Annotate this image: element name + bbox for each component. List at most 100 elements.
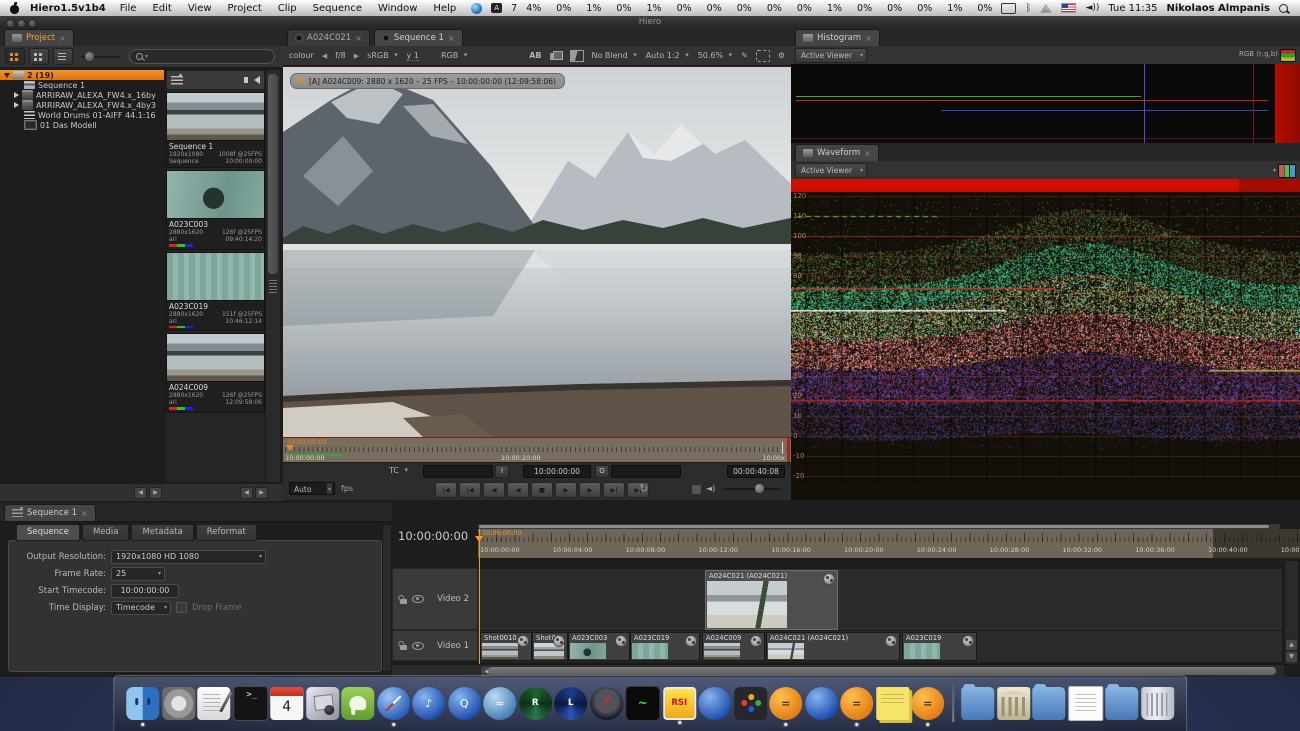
displays-menu-icon[interactable] — [1001, 3, 1016, 14]
dock-folder-1[interactable] — [961, 687, 994, 720]
grid-view-button[interactable] — [5, 48, 25, 65]
istat-menu-icon[interactable]: A — [491, 3, 502, 13]
clip-card-0[interactable]: Sequence 11920x10801008f @25FPSSequence1… — [166, 92, 265, 168]
viewer-info-bar[interactable]: [A] A024C009: 2880 x 1620 – 25 FPS – 10:… — [290, 73, 565, 89]
tree-item-1[interactable]: Sequence 1 — [0, 80, 164, 90]
close-icon[interactable] — [864, 149, 871, 158]
menu-file[interactable]: File — [120, 3, 137, 14]
caret-right-icon[interactable] — [14, 92, 19, 98]
speaker-icon[interactable] — [706, 484, 715, 493]
tree-item-0[interactable]: 2 (19) — [0, 70, 164, 80]
props-tab-sequence[interactable]: Sequence — [16, 524, 80, 541]
scroll-left-button[interactable] — [134, 487, 147, 499]
fps-select[interactable]: Auto — [289, 482, 335, 495]
properties-scrollbar[interactable] — [382, 524, 392, 672]
mute-checkbox[interactable] — [691, 484, 702, 495]
lock-icon[interactable] — [400, 645, 407, 650]
viewer-image[interactable] — [283, 66, 791, 437]
dock-bank-stack[interactable] — [997, 687, 1030, 720]
track-header-video-1[interactable]: Video 1 — [392, 630, 478, 661]
menu-user-name[interactable]: Nikolaos Almpanis — [1166, 3, 1270, 14]
dock-trash[interactable] — [1141, 687, 1174, 720]
timeline-clip[interactable]: A024C009 — [702, 632, 765, 661]
dock-quicktime[interactable]: Q — [448, 687, 481, 720]
dock-folder-2[interactable] — [1032, 687, 1065, 720]
eye-icon[interactable] — [412, 595, 424, 603]
dock-finder[interactable] — [126, 687, 159, 720]
wipe-icon[interactable] — [570, 50, 584, 62]
colorspace-select[interactable]: sRGB — [367, 51, 398, 60]
dock-blue-app[interactable] — [805, 687, 838, 720]
loop-icon[interactable] — [639, 482, 648, 495]
dock-folder-3[interactable] — [1105, 687, 1138, 720]
proxy-select[interactable]: Auto 1:2 — [646, 51, 690, 60]
waveform-viewer-select[interactable]: Active Viewer — [795, 163, 867, 178]
dock-l-utility[interactable]: L — [554, 687, 587, 720]
close-icon[interactable] — [59, 34, 66, 43]
dock-stickies[interactable] — [876, 687, 909, 720]
channels-select[interactable]: RGB — [441, 51, 468, 60]
exposure-value[interactable]: f/8 — [335, 51, 346, 60]
set-in-button[interactable]: I — [495, 465, 509, 478]
drop-frame-checkbox[interactable] — [176, 602, 187, 613]
duration-field[interactable]: 00:00:40:08 — [727, 465, 785, 478]
list-view-button[interactable] — [53, 48, 73, 65]
timeline-clip[interactable]: Shot00 — [532, 632, 568, 661]
dock-openoffice[interactable]: ≈ — [483, 687, 516, 720]
eye-icon[interactable] — [412, 642, 424, 650]
scroll-right-button-2[interactable] — [255, 487, 268, 499]
dock-blue-roundel-app[interactable] — [698, 687, 731, 720]
lock-icon[interactable] — [400, 599, 407, 604]
viewer-playhead-icon[interactable] — [286, 445, 294, 451]
in-point-field[interactable] — [423, 465, 493, 478]
rgb-stack-icon[interactable] — [1280, 49, 1296, 62]
props-tab-media[interactable]: Media — [82, 524, 130, 541]
dock-photo-booth[interactable] — [306, 687, 339, 720]
dock-evernote[interactable] — [341, 687, 374, 720]
ab-compare-icon[interactable]: AB — [529, 51, 541, 60]
close-icon[interactable] — [81, 509, 88, 518]
dock-itunes[interactable]: ♪ — [412, 687, 445, 720]
tree-scrollbar[interactable] — [265, 70, 280, 482]
timeline-ruler[interactable]: 10:00:00:0010:00:04:0010:00:08:0010:00:1… — [478, 529, 1300, 558]
exposure-down-icon[interactable]: ◀ — [322, 52, 327, 60]
menu-help[interactable]: Help — [433, 3, 456, 14]
current-timecode-field[interactable]: 10:00:00:00 — [523, 465, 591, 478]
stop-button[interactable]: ■ — [531, 482, 553, 498]
clip-card-3[interactable]: A024C0092880x1620126f @25FPSari12:09:58:… — [166, 333, 265, 413]
viewer-tab-1[interactable]: Sequence 1 — [374, 29, 463, 46]
tab-sequence-properties[interactable]: Sequence 1 — [4, 504, 96, 521]
volume-slider[interactable] — [723, 488, 781, 490]
timeline-vscrollbar[interactable] — [1284, 560, 1299, 665]
status-sphere-icon[interactable] — [471, 3, 482, 14]
tab-waveform[interactable]: Waveform — [795, 144, 879, 161]
play-button[interactable]: ▶ — [555, 482, 577, 498]
property-dropdown[interactable]: Timecode — [111, 601, 171, 615]
dock-colorsync[interactable] — [734, 687, 767, 720]
menu-view[interactable]: View — [188, 3, 212, 14]
histogram-mode-label[interactable]: RGB (r,g,b) — [1239, 50, 1278, 58]
thumbnail-size-slider[interactable] — [81, 56, 121, 58]
apple-menu-icon[interactable] — [9, 3, 20, 14]
zoom-select[interactable]: 50.6% — [698, 51, 733, 60]
gamma-value[interactable]: y 1 — [407, 51, 419, 61]
viewer-tab-0[interactable]: A024C021 — [287, 29, 370, 46]
viewer-timeline-strip[interactable]: 10:00:00:00 10:00:00:00 10:00:20:00 10:0… — [283, 437, 791, 463]
search-input[interactable]: ▾ — [129, 49, 275, 64]
property-input[interactable]: 10:00:00:00 — [111, 584, 179, 598]
gear-icon[interactable]: ⚙ — [778, 51, 785, 60]
menu-clock[interactable]: Tue 11:35 — [1108, 3, 1157, 14]
exposure-up-icon[interactable]: ▶ — [354, 52, 359, 60]
out-point-field[interactable] — [611, 465, 681, 478]
menu-sequence[interactable]: Sequence — [313, 3, 362, 14]
scroll-left-button-2[interactable] — [240, 487, 253, 499]
timeline-scroll-down-button[interactable] — [1285, 651, 1298, 663]
clip-card-2[interactable]: A023C0192880x1620151f @25FPSari10:46:12:… — [166, 252, 265, 332]
timeline-scroll-up-button[interactable] — [1285, 639, 1298, 651]
close-icon[interactable] — [448, 34, 455, 43]
timeline-clip[interactable]: A023C019 — [630, 632, 700, 661]
speaker-icon[interactable] — [254, 76, 260, 84]
skip-to-start-button[interactable]: |◀ — [435, 482, 457, 498]
timeline-clip[interactable]: A023C019 — [902, 632, 977, 661]
dock-calendar[interactable]: 4 — [270, 687, 303, 720]
